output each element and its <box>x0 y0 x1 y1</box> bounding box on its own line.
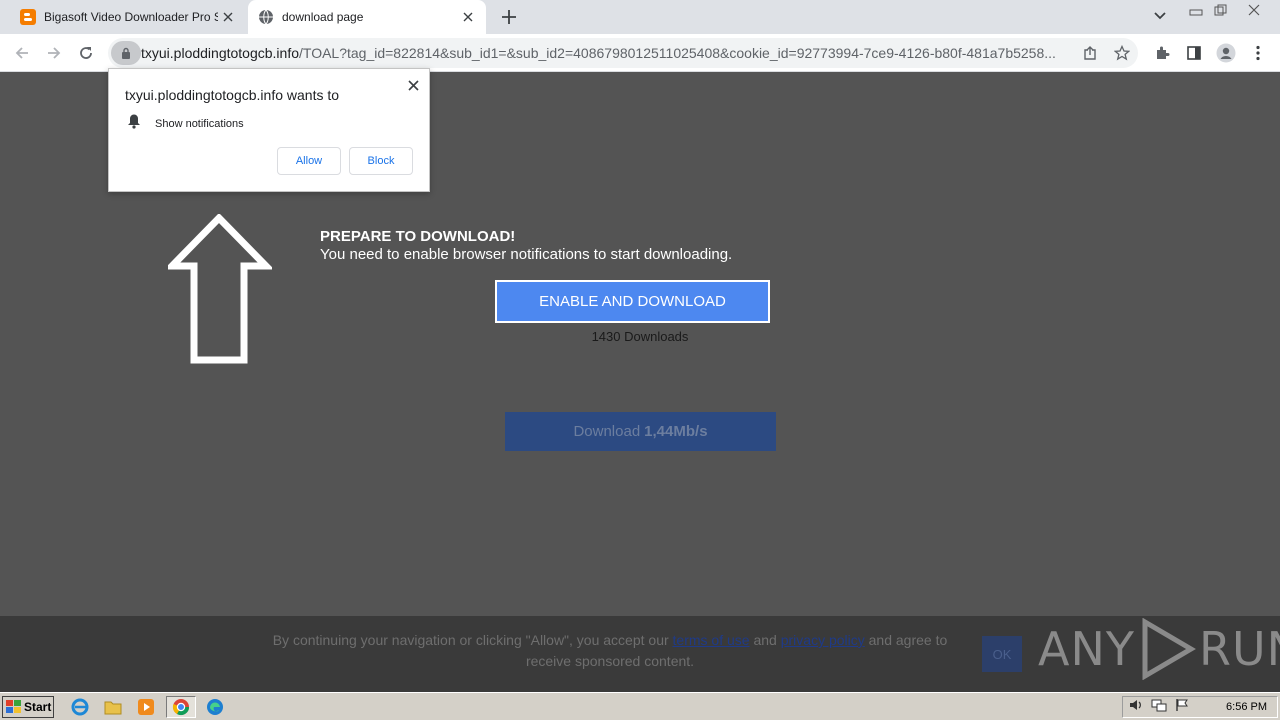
minimize-icon[interactable] <box>1184 0 1208 20</box>
window-close-icon[interactable] <box>1236 0 1272 20</box>
instruction-text: You need to enable browser notifications… <box>320 246 733 263</box>
tab-strip: Bigasoft Video Downloader Pro Serial dow… <box>0 0 1280 34</box>
permission-title: txyui.ploddingtotogcb.info wants to <box>125 87 340 103</box>
permission-label: Show notifications <box>155 117 244 130</box>
popup-close-icon[interactable] <box>405 77 421 93</box>
extensions-icon[interactable] <box>1150 41 1174 65</box>
reload-icon[interactable] <box>74 41 98 65</box>
permission-row: Show notifications <box>127 113 244 134</box>
url-text: txyui.ploddingtotogcb.info/TOAL?tag_id=8… <box>141 45 1071 61</box>
consent-text: By continuing your navigation or clickin… <box>270 630 950 672</box>
watermark-run: RUN <box>1198 622 1280 676</box>
network-icon[interactable] <box>1151 698 1167 717</box>
tab-bigasoft[interactable]: Bigasoft Video Downloader Pro Serial <box>10 0 246 34</box>
bookmark-star-icon[interactable] <box>1110 41 1134 65</box>
address-bar[interactable]: txyui.ploddingtotogcb.info/TOAL?tag_id=8… <box>108 38 1138 68</box>
consent-ok-button[interactable]: OK <box>982 636 1022 672</box>
tab-close-icon[interactable] <box>218 7 238 27</box>
edge-icon[interactable] <box>203 696 227 718</box>
allow-button[interactable]: Allow <box>277 147 341 175</box>
side-panel-icon[interactable] <box>1182 41 1206 65</box>
media-player-icon[interactable] <box>134 696 158 718</box>
volume-icon[interactable] <box>1129 698 1143 717</box>
bell-icon <box>127 113 141 134</box>
consent-bar: By continuing your navigation or clickin… <box>0 616 1280 692</box>
notification-permission-popup: txyui.ploddingtotogcb.info wants to Show… <box>108 68 430 192</box>
terms-of-use-link[interactable]: terms of use <box>673 632 750 648</box>
prepare-heading: PREPARE TO DOWNLOAD! <box>320 228 516 245</box>
new-tab-icon[interactable] <box>498 6 520 28</box>
url-path: /TOAL?tag_id=822814&sub_id1=&sub_id2=408… <box>299 45 1056 61</box>
file-explorer-icon[interactable] <box>101 696 125 718</box>
tab-title: Bigasoft Video Downloader Pro Serial <box>44 10 218 24</box>
blogger-icon <box>20 9 36 25</box>
watermark-any: ANY <box>1038 622 1135 676</box>
play-logo-icon <box>1142 618 1196 680</box>
url-host: txyui.ploddingtotogcb.info <box>141 45 299 61</box>
block-button[interactable]: Block <box>349 147 413 175</box>
action-center-flag-icon[interactable] <box>1175 698 1189 717</box>
back-icon[interactable] <box>10 41 34 65</box>
up-arrow-graphic <box>163 212 275 371</box>
download-label: Download <box>573 423 641 440</box>
anyrun-watermark: ANY RUN <box>1038 616 1280 682</box>
taskbar-clock: 6:56 PM <box>1226 701 1267 713</box>
chrome-taskbar-icon[interactable] <box>166 696 196 718</box>
restore-icon[interactable] <box>1208 0 1232 20</box>
tab-download-page[interactable]: download page <box>248 0 486 34</box>
browser-toolbar: txyui.ploddingtotogcb.info/TOAL?tag_id=8… <box>0 34 1280 72</box>
menu-kebab-icon[interactable] <box>1246 41 1270 65</box>
profile-avatar-icon[interactable] <box>1214 41 1238 65</box>
tab-search-chevron-icon[interactable] <box>1150 6 1170 26</box>
consent-text-mid: and <box>753 632 777 648</box>
privacy-policy-link[interactable]: privacy policy <box>781 632 865 648</box>
enable-and-download-button[interactable]: ENABLE AND DOWNLOAD <box>495 280 770 323</box>
windows-taskbar: Start 6:56 PM <box>0 692 1280 720</box>
share-icon[interactable] <box>1078 41 1102 65</box>
start-button[interactable]: Start <box>2 696 54 718</box>
download-speed-button[interactable]: Download 1,44Mb/s <box>505 412 776 451</box>
consent-text-before: By continuing your navigation or clickin… <box>272 632 669 648</box>
download-speed: 1,44Mb/s <box>644 423 708 440</box>
ie-icon[interactable] <box>68 696 92 718</box>
downloads-count: 1430 Downloads <box>591 329 689 344</box>
tab-title: download page <box>282 10 364 24</box>
forward-icon[interactable] <box>42 41 66 65</box>
globe-icon <box>258 9 274 25</box>
start-label: Start <box>24 700 52 714</box>
lock-icon[interactable] <box>111 41 141 65</box>
tab-close-icon[interactable] <box>458 7 478 27</box>
windows-logo-icon <box>6 700 21 713</box>
system-tray: 6:56 PM <box>1122 696 1278 718</box>
